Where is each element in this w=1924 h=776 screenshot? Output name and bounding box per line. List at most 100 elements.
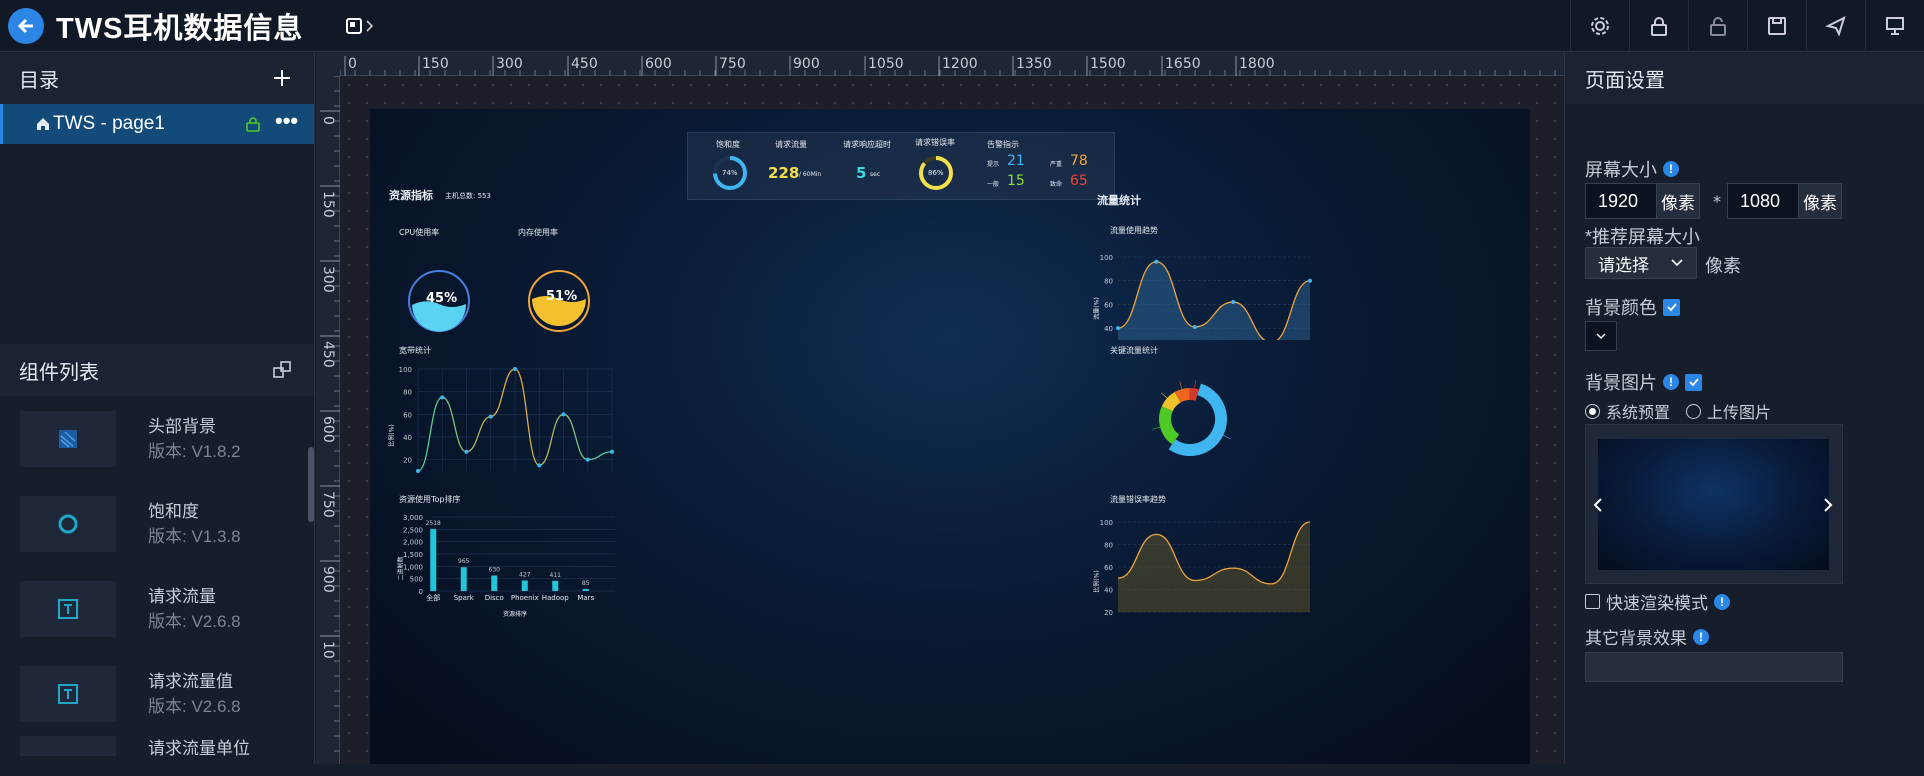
list-item[interactable]: 请求流量 版本: V2.6.8 (0, 566, 314, 651)
component-name: 饱和度 (148, 501, 199, 521)
bar (552, 580, 559, 591)
info-icon[interactable]: ! (1663, 374, 1679, 390)
editor-canvas: 0 150 300 450 600 750 900 1050 1200 1350 1500 1650 1… (316, 52, 1564, 764)
ruler-tick-label: 1650 (1165, 56, 1201, 72)
bgcolor-checkbox[interactable] (1663, 298, 1680, 316)
y-tick-label: 40 (1104, 587, 1113, 595)
radio-preset[interactable] (1585, 403, 1600, 419)
size-separator: * (1713, 192, 1721, 211)
info-icon[interactable]: ! (1714, 593, 1730, 610)
settings-button[interactable] (1570, 0, 1629, 52)
data-point (537, 463, 542, 468)
save-button[interactable] (1747, 0, 1806, 52)
alarm-label: 一般 (987, 181, 1000, 188)
data-point (464, 449, 469, 454)
fast-render-checkbox[interactable] (1585, 594, 1600, 609)
bg-preview-image (1598, 439, 1829, 570)
chevron-right-icon[interactable] (1822, 497, 1834, 513)
component-manage-icon[interactable] (272, 360, 292, 380)
lock-button[interactable] (1629, 0, 1688, 52)
x-tick-label: Hadoop (542, 594, 570, 602)
ruler-tick-label: 900 (793, 56, 820, 72)
data-label: 85 (582, 580, 590, 587)
catalog-title: 目录 (19, 69, 59, 92)
chevron-left-icon[interactable] (1592, 497, 1604, 513)
data-point (561, 412, 566, 417)
home-icon (37, 118, 49, 130)
list-item[interactable]: 请求流量单位 (0, 736, 314, 776)
width-input[interactable]: 1920 (1585, 183, 1657, 219)
list-item[interactable]: 头部背景 版本: V1.8.2 (0, 396, 314, 481)
height-input[interactable]: 1080 (1727, 183, 1799, 219)
back-button[interactable] (8, 7, 44, 44)
other-bg-select[interactable] (1585, 652, 1843, 682)
components-header: 组件列表 (0, 344, 314, 396)
top-bar: TWS耳机数据信息 (0, 0, 1924, 52)
bgcolor-row: 背景颜色 (1585, 294, 1680, 320)
height-unit: 像素 (1798, 183, 1842, 219)
scrollbar[interactable] (308, 447, 314, 522)
alarm-label: 提示 (987, 161, 1000, 168)
component-name: 头部背景 (148, 416, 216, 436)
unlock-button[interactable] (1688, 0, 1747, 52)
add-page-icon[interactable] (272, 68, 292, 88)
data-point (1308, 278, 1312, 283)
component-list: 头部背景 版本: V1.8.2 饱和度版本: V1.3.8 请求流量 版本: V2.… (0, 396, 314, 776)
kpi-unit: sec (870, 171, 881, 178)
resource-title: 资源指标 (389, 189, 433, 202)
data-point (585, 457, 590, 462)
info-icon[interactable]: ! (1663, 161, 1679, 177)
y-tick-label: 100 (399, 366, 412, 374)
label-line (1152, 426, 1161, 430)
component-version: 版本: V1.3.8 (148, 526, 241, 546)
kpi-label: 饱和度 (716, 140, 740, 149)
y-tick-label: 1,500 (403, 551, 423, 559)
key-flow-title: 关键流量统计 (1110, 346, 1158, 355)
page-item[interactable]: TWS - page1 ••• (0, 104, 314, 144)
bgimage-checkbox[interactable] (1685, 373, 1702, 391)
select-value: 请选择 (1598, 255, 1649, 275)
page-switcher[interactable] (345, 17, 375, 35)
alarm-value: 65 (1070, 173, 1088, 189)
check-icon (1688, 378, 1699, 387)
ruler-tick-label: 10 (320, 641, 336, 659)
series-area (1118, 261, 1310, 340)
info-icon[interactable]: ! (1693, 628, 1709, 645)
component-thumb (20, 580, 116, 637)
chevron-down-icon (1596, 333, 1606, 340)
ruler-tick-label: 600 (645, 56, 672, 72)
label-line (1179, 381, 1183, 390)
bg-image-carousel[interactable] (1585, 424, 1843, 584)
data-label: 411 (550, 572, 562, 579)
data-point (1154, 259, 1159, 264)
arrow-left-icon (17, 18, 33, 33)
kpi-value: 228 (768, 164, 800, 182)
recommend-label: *推荐屏幕大小 (1585, 227, 1701, 247)
radio-upload[interactable] (1686, 403, 1702, 419)
error-trend-chart: 100 80 60 40 20 (1100, 519, 1311, 617)
bar (491, 575, 498, 591)
x-tick-label: Mars (577, 594, 594, 602)
key-flow-donut (1152, 380, 1231, 456)
preview-button[interactable] (1865, 0, 1924, 52)
y-tick-label: 20 (1104, 609, 1113, 617)
y-tick-label: 40 (403, 434, 412, 442)
x-tick-label: Phoenix (511, 594, 539, 602)
list-item[interactable]: 饱和度版本: V1.3.8 (0, 481, 314, 566)
recommend-select[interactable]: 请选择 (1585, 247, 1697, 279)
label-line (1223, 435, 1231, 440)
radio-preset-label: 系统预置 (1606, 405, 1671, 422)
other-bg-row: 其它背景效果! (1585, 624, 1709, 649)
more-icon[interactable]: ••• (275, 108, 298, 134)
list-item[interactable]: 请求流量值 版本: V2.6.8 (0, 651, 314, 736)
kpi-label: 请求响应超时 (843, 140, 891, 149)
lock-icon[interactable] (245, 116, 261, 132)
kpi-value: 74% (722, 169, 738, 177)
y-tick-label: 80 (403, 389, 412, 397)
component-name: 请求流量值 (148, 671, 233, 691)
lock-icon (1651, 17, 1667, 36)
flow-trend-chart: 100 80 60 40 (1100, 254, 1312, 340)
color-picker[interactable] (1585, 321, 1617, 351)
dashboard-screen[interactable]: 饱和度 74% 请求流量 228 / 60Min 请求响应超时 5 sec 请求… (370, 109, 1530, 764)
publish-button[interactable] (1806, 0, 1865, 52)
